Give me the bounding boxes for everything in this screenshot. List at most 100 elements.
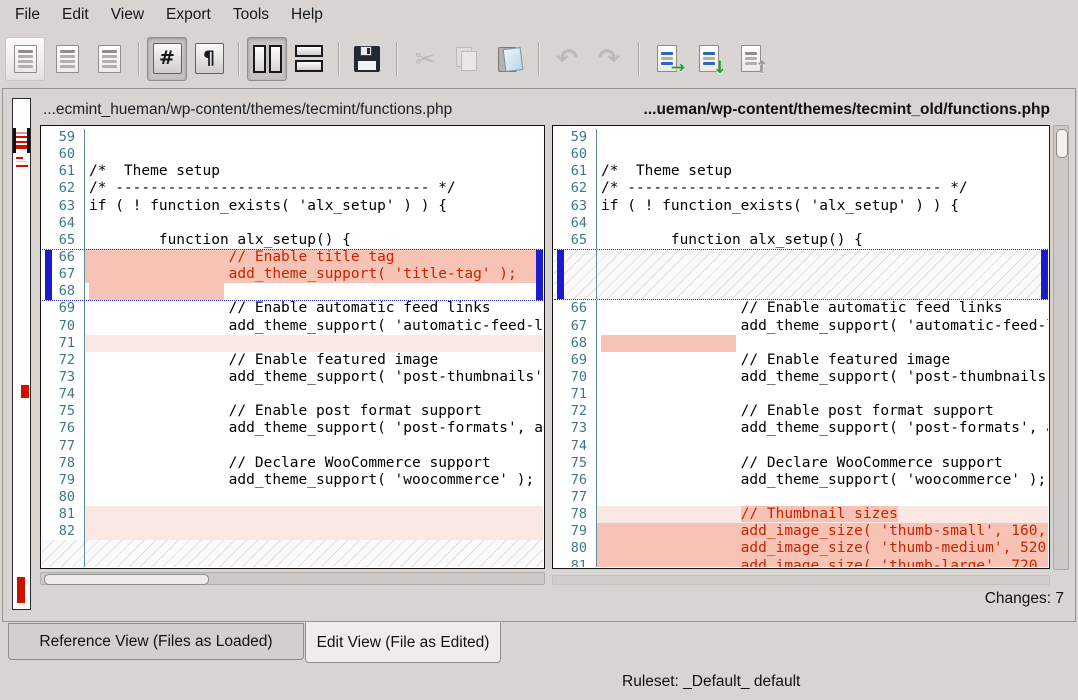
line-number: 72 xyxy=(42,352,85,369)
line-number: 61 xyxy=(554,163,597,180)
code-line[interactable]: 63if ( ! function_exists( 'alx_setup' ) … xyxy=(554,198,1048,215)
code-line[interactable]: 72 // Enable post format support xyxy=(554,403,1048,420)
merge-down-button[interactable]: ↓ xyxy=(689,37,729,81)
line-number: 78 xyxy=(42,455,85,472)
code-line[interactable]: 78 // Declare WooCommerce support xyxy=(42,455,543,472)
overview-map[interactable] xyxy=(12,98,31,610)
code-line[interactable]: 77 xyxy=(42,438,543,455)
menu-edit[interactable]: Edit xyxy=(51,2,100,28)
paste-button[interactable] xyxy=(489,37,529,81)
code-line[interactable]: 81 add_image_size( 'thumb-large', 720, 3… xyxy=(554,558,1048,567)
line-number: 73 xyxy=(554,420,597,437)
document-summary-button[interactable] xyxy=(89,37,129,81)
document-compact-button[interactable] xyxy=(5,37,45,81)
code-line[interactable]: 59 xyxy=(554,129,1048,146)
code-line[interactable]: 68 xyxy=(42,283,543,300)
line-numbers-toggle[interactable]: # xyxy=(147,37,187,81)
tab-reference-view[interactable]: Reference View (Files as Loaded) xyxy=(8,623,304,660)
code-line[interactable]: 59 xyxy=(42,129,543,146)
vertical-split-toggle[interactable] xyxy=(247,37,287,81)
code-line[interactable]: 77 xyxy=(554,489,1048,506)
code-line[interactable]: 76 add_theme_support( 'post-formats', ar… xyxy=(42,420,543,437)
code-line[interactable]: 70 add_theme_support( 'automatic-feed-li… xyxy=(42,318,543,335)
code-line[interactable]: 64 xyxy=(42,215,543,232)
code-line[interactable]: 79 add_image_size( 'thumb-small', 160, 1… xyxy=(554,523,1048,540)
overview-change-mark xyxy=(16,145,27,149)
code-text: add_theme_support( 'automatic-feed-links… xyxy=(85,318,543,335)
code-text: add_theme_support( 'post-formats', array… xyxy=(597,420,1048,437)
vertical-split-icon xyxy=(253,45,282,73)
code-line[interactable]: 82 xyxy=(42,523,543,540)
code-line[interactable]: 65 function alx_setup() { xyxy=(554,232,1048,249)
code-line[interactable]: 65 function alx_setup() { xyxy=(42,232,543,249)
code-line[interactable]: 80 xyxy=(42,489,543,506)
code-line[interactable]: 73 add_theme_support( 'post-formats', ar… xyxy=(554,420,1048,437)
code-line[interactable]: 60 xyxy=(554,146,1048,163)
code-line[interactable]: 67 add_theme_support( 'automatic-feed-li… xyxy=(554,318,1048,335)
code-line[interactable]: 66 // Enable title tag xyxy=(42,249,543,266)
menu-export[interactable]: Export xyxy=(155,2,222,28)
menu-tools[interactable]: Tools xyxy=(222,2,280,28)
code-line[interactable]: 61/* Theme setup xyxy=(42,163,543,180)
code-text: /* Theme setup xyxy=(85,163,543,180)
copy-pages-icon xyxy=(455,46,479,72)
toolbar: #¶✂↶↷→↓↑ xyxy=(0,30,1078,87)
line-number: 70 xyxy=(554,369,597,386)
left-horizontal-scrollbar-thumb[interactable] xyxy=(44,574,209,585)
code-text: add_image_size( 'thumb-large', 720, 340, xyxy=(597,558,1048,567)
code-line[interactable]: 63if ( ! function_exists( 'alx_setup' ) … xyxy=(42,198,543,215)
code-line[interactable]: 71 xyxy=(554,386,1048,403)
code-text: add_theme_support( 'title-tag' ); xyxy=(85,266,543,283)
code-line[interactable]: 74 xyxy=(42,386,543,403)
code-line[interactable]: 73 add_theme_support( 'post-thumbnails' … xyxy=(42,369,543,386)
left-horizontal-scrollbar[interactable] xyxy=(40,572,545,585)
collapsed-gap-block[interactable] xyxy=(554,249,1048,300)
line-number: 81 xyxy=(42,506,85,523)
code-line[interactable]: 61/* Theme setup xyxy=(554,163,1048,180)
menu-file[interactable]: File xyxy=(4,2,51,28)
arrow-up-icon: ↑ xyxy=(755,60,769,77)
save-button[interactable] xyxy=(347,37,387,81)
code-line[interactable]: 67 add_theme_support( 'title-tag' ); xyxy=(42,266,543,283)
code-line[interactable]: 70 add_theme_support( 'post-thumbnails' … xyxy=(554,369,1048,386)
overview-change-mark xyxy=(16,136,27,138)
code-line[interactable]: 64 xyxy=(554,215,1048,232)
right-horizontal-scrollbar[interactable] xyxy=(552,575,1050,585)
paragraph-marks-toggle[interactable]: ¶ xyxy=(189,37,229,81)
code-line[interactable]: 81 xyxy=(42,506,543,523)
ruleset-label: Ruleset: _Default_ default xyxy=(622,673,800,691)
code-line[interactable]: 78 // Thumbnail sizes xyxy=(554,506,1048,523)
code-line[interactable]: 66 // Enable automatic feed links xyxy=(554,300,1048,317)
vertical-scrollbar[interactable] xyxy=(1053,125,1069,570)
code-line[interactable]: 62/* -----------------------------------… xyxy=(42,180,543,197)
arrow-right-icon: → xyxy=(671,60,685,77)
code-line[interactable]: 72 // Enable featured image xyxy=(42,352,543,369)
vertical-scrollbar-thumb[interactable] xyxy=(1056,129,1068,158)
merge-right-button[interactable]: → xyxy=(647,37,687,81)
overview-change-mark xyxy=(16,165,28,167)
code-line[interactable]: 75 // Enable post format support xyxy=(42,403,543,420)
code-line[interactable]: 62/* -----------------------------------… xyxy=(554,180,1048,197)
code-line[interactable]: 71 xyxy=(42,335,543,352)
code-line[interactable]: 68 xyxy=(554,335,1048,352)
code-line[interactable]: 60 xyxy=(42,146,543,163)
left-diff-pane[interactable]: 596061/* Theme setup62/* ---------------… xyxy=(40,125,545,569)
code-line[interactable]: 69 // Enable featured image xyxy=(554,352,1048,369)
arrow-down-icon: ↓ xyxy=(713,60,727,77)
cut-button: ✂ xyxy=(405,37,445,81)
line-number: 79 xyxy=(554,523,597,540)
code-line[interactable]: 76 add_theme_support( 'woocommerce' ); xyxy=(554,472,1048,489)
menu-view[interactable]: View xyxy=(100,2,155,28)
code-line[interactable]: 80 add_image_size( 'thumb-medium', 520, … xyxy=(554,540,1048,557)
horizontal-split-toggle[interactable] xyxy=(289,37,329,81)
tab-edit-view[interactable]: Edit View (File as Edited) xyxy=(305,622,501,663)
menu-help[interactable]: Help xyxy=(280,2,334,28)
code-line[interactable]: 69 // Enable automatic feed links xyxy=(42,300,543,317)
code-line[interactable]: 75 // Declare WooCommerce support xyxy=(554,455,1048,472)
code-line[interactable]: 79 add_theme_support( 'woocommerce' ); xyxy=(42,472,543,489)
undo-button: ↶ xyxy=(547,37,587,81)
code-line[interactable]: 74 xyxy=(554,438,1048,455)
overview-change-mark xyxy=(16,132,27,134)
document-full-button[interactable] xyxy=(47,37,87,81)
right-diff-pane[interactable]: 596061/* Theme setup62/* ---------------… xyxy=(552,125,1050,569)
